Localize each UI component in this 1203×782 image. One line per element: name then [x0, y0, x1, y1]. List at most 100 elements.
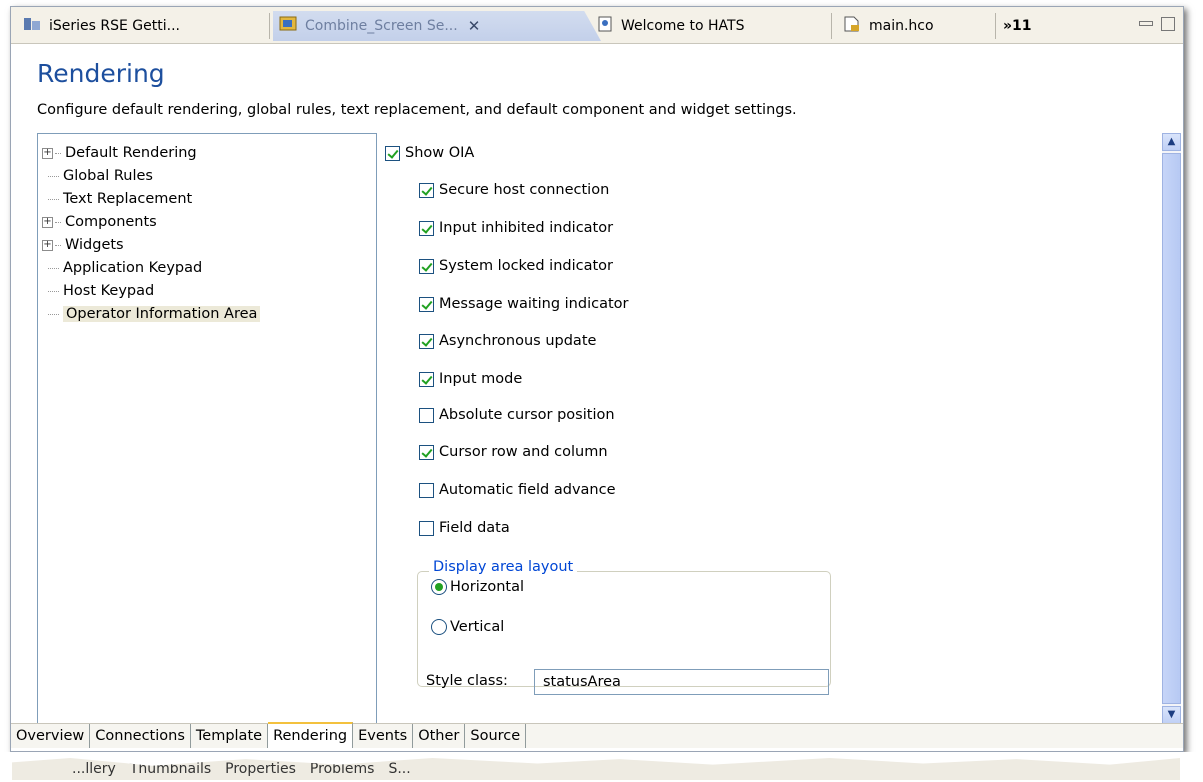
message-waiting-checkbox[interactable]: Message waiting indicator [419, 293, 628, 315]
checkbox-unchecked-icon[interactable] [419, 407, 434, 423]
tree-item-label: Default Rendering [65, 145, 197, 161]
scrollbar-thumb[interactable] [1162, 153, 1181, 704]
tab-iseries-rse[interactable]: iSeries RSE Getti... [17, 11, 180, 41]
editor-page-tabs: Overview Connections Template Rendering … [11, 722, 1183, 748]
minimize-icon[interactable] [1139, 21, 1153, 26]
tab-main-hco[interactable]: main.hco [837, 11, 934, 41]
tree-connector [48, 313, 59, 315]
radio-label: Vertical [450, 619, 505, 635]
tree-item-label: Text Replacement [63, 191, 193, 207]
tab-source[interactable]: Source [465, 724, 527, 748]
expand-icon[interactable]: + [42, 216, 53, 228]
tab-template[interactable]: Template [191, 724, 269, 748]
tree-connector [48, 267, 59, 269]
display-area-layout-label: Display area layout [429, 559, 578, 575]
tree-connector [48, 198, 59, 200]
checkbox-label: Message waiting indicator [439, 296, 629, 312]
tab-s[interactable]: S... [388, 761, 410, 777]
scroll-down-icon[interactable]: ▼ [1162, 706, 1181, 724]
tab-separator [269, 13, 270, 39]
close-icon[interactable]: ✕ [468, 17, 481, 35]
tab-combine-screen[interactable]: Combine_Screen Se... ✕ [273, 11, 573, 41]
tree-item-global-rules[interactable]: Global Rules [42, 165, 153, 187]
absolute-cursor-position-checkbox[interactable]: Absolute cursor position [419, 404, 615, 426]
page-title: Rendering [37, 59, 165, 88]
tree-connector [48, 290, 59, 292]
style-class-input[interactable]: statusArea [534, 669, 829, 695]
tab-gallery[interactable]: ...llery [72, 761, 116, 777]
input-mode-checkbox[interactable]: Input mode [419, 368, 522, 390]
tree-item-label: Application Keypad [63, 260, 203, 276]
tab-label: iSeries RSE Getti... [49, 18, 180, 34]
tree-item-application-keypad[interactable]: Application Keypad [42, 257, 202, 279]
tab-events[interactable]: Events [353, 724, 414, 748]
checkbox-checked-icon[interactable] [419, 220, 434, 236]
checkbox-checked-icon[interactable] [419, 296, 434, 312]
tree-connector [48, 175, 59, 177]
checkbox-label: Automatic field advance [439, 482, 616, 498]
secure-host-connection-checkbox[interactable]: Secure host connection [419, 179, 609, 201]
tab-overview[interactable]: Overview [11, 724, 91, 748]
system-locked-checkbox[interactable]: System locked indicator [419, 255, 613, 277]
field-data-checkbox[interactable]: Field data [419, 517, 510, 539]
expand-icon[interactable]: + [42, 147, 53, 159]
tab-connections[interactable]: Connections [90, 724, 191, 748]
checkbox-checked-icon[interactable] [419, 371, 434, 387]
automatic-field-advance-checkbox[interactable]: Automatic field advance [419, 479, 616, 501]
tree-connector [55, 221, 61, 223]
checkbox-checked-icon[interactable] [385, 145, 400, 161]
tab-properties[interactable]: Properties [225, 761, 296, 777]
rse-icon [23, 16, 41, 36]
vertical-radio[interactable]: Vertical [431, 619, 504, 635]
cursor-row-column-checkbox[interactable]: Cursor row and column [419, 441, 608, 463]
tab-separator [831, 13, 832, 39]
settings-tree: + Default Rendering Global Rules Text Rep… [37, 133, 377, 726]
tab-label: Welcome to HATS [621, 18, 745, 34]
checkbox-unchecked-icon[interactable] [419, 520, 434, 536]
checkbox-checked-icon[interactable] [419, 182, 434, 198]
file-icon [843, 16, 861, 36]
expand-icon[interactable]: + [42, 239, 53, 251]
checkbox-label: Input mode [439, 371, 523, 387]
show-oia-checkbox[interactable]: Show OIA [385, 142, 474, 164]
tree-item-text-replacement[interactable]: Text Replacement [42, 188, 192, 210]
screen-combination-icon [279, 16, 297, 36]
tree-connector [55, 244, 61, 246]
overflow-count: »11 [1003, 18, 1032, 34]
tab-overflow[interactable]: »11 [1003, 11, 1032, 41]
checkbox-label: System locked indicator [439, 258, 613, 274]
tab-other[interactable]: Other [413, 724, 466, 748]
vertical-scrollbar[interactable]: ▲ ▼ [1162, 133, 1181, 724]
tree-item-default-rendering[interactable]: + Default Rendering [42, 142, 197, 164]
checkbox-label: Absolute cursor position [439, 407, 615, 423]
asynchronous-update-checkbox[interactable]: Asynchronous update [419, 330, 596, 352]
tree-item-label: Host Keypad [63, 283, 155, 299]
editor-tab-strip: iSeries RSE Getti... Combine_Screen Se..… [11, 7, 1183, 44]
tree-item-label: Global Rules [63, 168, 153, 184]
scroll-up-icon[interactable]: ▲ [1162, 133, 1181, 151]
tree-connector [55, 152, 61, 154]
input-inhibited-checkbox[interactable]: Input inhibited indicator [419, 217, 613, 239]
tree-item-operator-information-area[interactable]: Operator Information Area [42, 303, 261, 325]
checkbox-checked-icon[interactable] [419, 444, 434, 460]
tree-item-host-keypad[interactable]: Host Keypad [42, 280, 154, 302]
checkbox-label: Field data [439, 520, 510, 536]
radio-label: Horizontal [450, 579, 525, 595]
tab-label: Combine_Screen Se... [305, 18, 458, 34]
checkbox-checked-icon[interactable] [419, 333, 434, 349]
maximize-icon[interactable] [1161, 17, 1175, 31]
page-description: Configure default rendering, global rule… [37, 102, 797, 118]
tab-separator [995, 13, 996, 39]
checkbox-label: Show OIA [405, 145, 475, 161]
tab-rendering[interactable]: Rendering [268, 722, 354, 748]
tree-item-widgets[interactable]: + Widgets [42, 234, 124, 256]
tab-welcome-hats[interactable]: Welcome to HATS [591, 11, 744, 41]
tree-item-label: Operator Information Area [63, 306, 261, 322]
checkbox-checked-icon[interactable] [419, 258, 434, 274]
horizontal-radio[interactable]: Horizontal [431, 579, 524, 595]
checkbox-unchecked-icon[interactable] [419, 482, 434, 498]
tree-item-components[interactable]: + Components [42, 211, 157, 233]
radio-selected-icon[interactable] [431, 579, 447, 595]
hats-welcome-icon [597, 16, 613, 36]
radio-unselected-icon[interactable] [431, 619, 447, 635]
